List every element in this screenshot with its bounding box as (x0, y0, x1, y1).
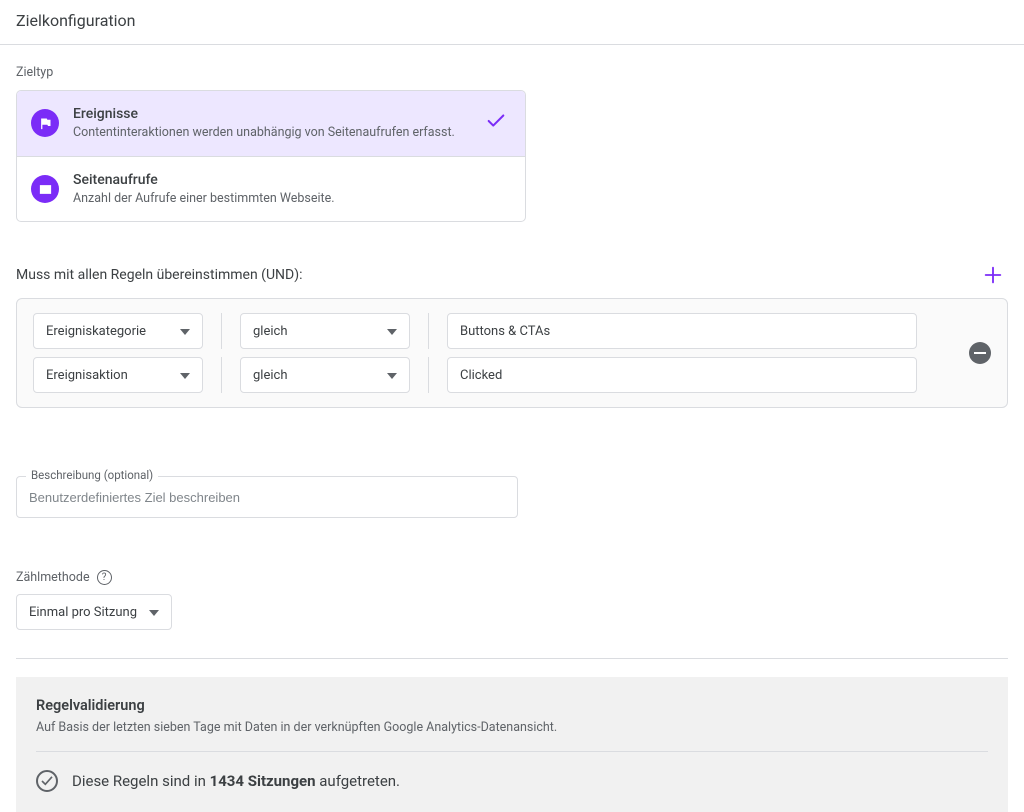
counting-select[interactable]: Einmal pro Sitzung (16, 594, 172, 630)
counting-selected: Einmal pro Sitzung (29, 605, 137, 620)
rule-operator-select[interactable]: gleich (240, 357, 410, 393)
check-icon (485, 110, 507, 136)
rule-operator-select[interactable]: gleich (240, 313, 410, 349)
rule-attribute-value: Ereigniskategorie (46, 324, 146, 339)
zieltyp-option-desc: Anzahl der Aufrufe einer bestimmten Webs… (73, 190, 507, 208)
validation-result: Diese Regeln sind in 1434 Sitzungen aufg… (36, 770, 988, 792)
rule-attribute-select[interactable]: Ereigniskategorie (33, 313, 203, 349)
zieltyp-option-title: Ereignisse (73, 105, 471, 123)
rule-attribute-value: Ereignisaktion (46, 368, 128, 383)
zieltyp-card: Ereignisse Contentinteraktionen werden u… (16, 90, 526, 222)
rule-row: Ereignisaktion gleich Clicked (33, 357, 991, 393)
description-input[interactable] (16, 476, 518, 518)
rules-box: Ereigniskategorie gleich Buttons & CTAs … (16, 298, 1008, 408)
rule-operator-value: gleich (253, 368, 287, 383)
rule-attribute-select[interactable]: Ereignisaktion (33, 357, 203, 393)
zieltyp-label: Zieltyp (16, 65, 1008, 80)
validation-panel: Regelvalidierung Auf Basis der letzten s… (16, 677, 1008, 812)
caret-down-icon (180, 368, 190, 383)
rule-operator-value: gleich (253, 324, 287, 339)
description-label: Beschreibung (optional) (26, 468, 158, 482)
rule-value-input[interactable]: Clicked (447, 357, 917, 393)
zieltyp-option-seitenaufrufe[interactable]: Seitenaufrufe Anzahl der Aufrufe einer b… (17, 156, 525, 222)
validation-subtitle: Auf Basis der letzten sieben Tage mit Da… (36, 720, 988, 752)
rule-value-input[interactable]: Buttons & CTAs (447, 313, 917, 349)
remove-rule-button[interactable] (969, 342, 991, 364)
check-circle-icon (36, 770, 58, 792)
add-rule-button[interactable] (978, 260, 1008, 290)
caret-down-icon (149, 605, 159, 620)
zieltyp-option-ereignisse[interactable]: Ereignisse Contentinteraktionen werden u… (17, 91, 525, 156)
rules-header: Muss mit allen Regeln übereinstimmen (UN… (16, 267, 302, 283)
caret-down-icon (387, 368, 397, 383)
zieltyp-option-title: Seitenaufrufe (73, 171, 507, 189)
counting-label: Zählmethode (16, 570, 90, 585)
zieltyp-option-desc: Contentinteraktionen werden unabhängig v… (73, 124, 471, 142)
page-title: Zielkonfiguration (16, 11, 136, 30)
flag-icon (31, 109, 59, 137)
help-icon[interactable]: ? (97, 570, 112, 585)
webpage-icon (31, 175, 59, 203)
caret-down-icon (387, 324, 397, 339)
validation-title: Regelvalidierung (36, 697, 988, 714)
caret-down-icon (180, 324, 190, 339)
rule-row: Ereigniskategorie gleich Buttons & CTAs (33, 313, 991, 349)
